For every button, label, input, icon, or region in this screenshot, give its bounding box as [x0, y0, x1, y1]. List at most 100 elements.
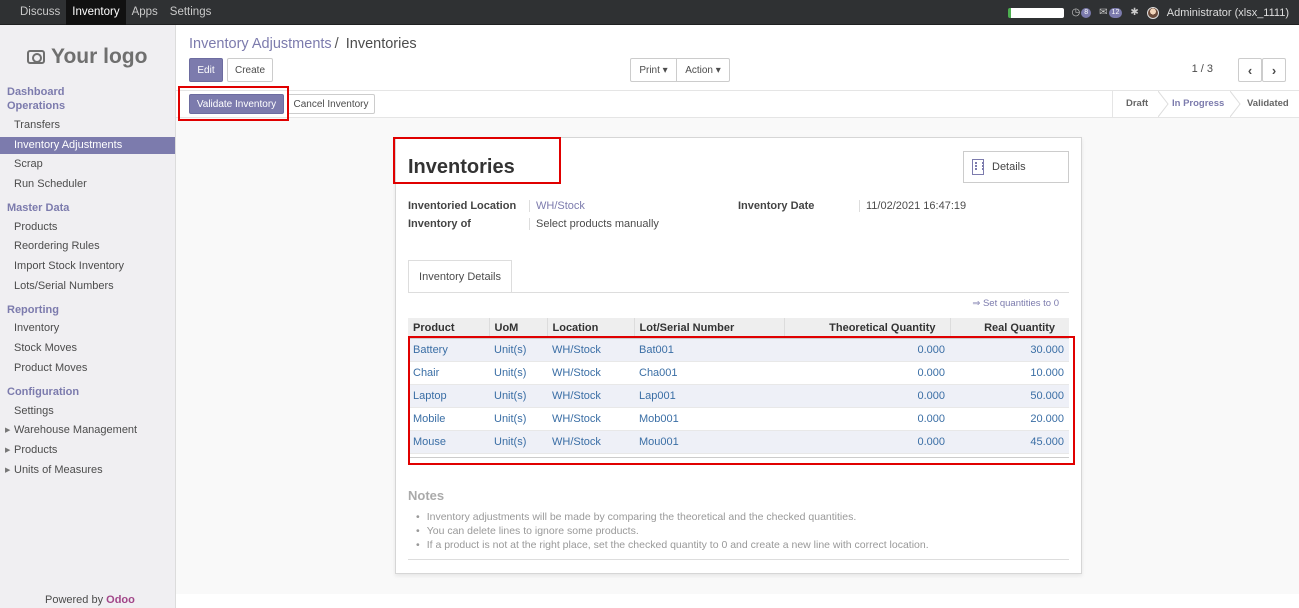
pager-previous-button[interactable]: ‹ — [1238, 58, 1262, 82]
sidebar-item-product-moves[interactable]: Product Moves — [0, 360, 175, 377]
column-lot-serial[interactable]: Lot/Serial Number — [633, 318, 784, 339]
sidebar-item-inventory-adjustments[interactable]: Inventory Adjustments — [0, 137, 175, 154]
table-header-row: Product UoM Location Lot/Serial Number T… — [408, 318, 1069, 339]
notes-title: Notes — [408, 488, 445, 503]
cell-uom[interactable]: Unit(s) — [489, 361, 547, 385]
stage-draft[interactable]: Draft — [1126, 91, 1148, 117]
pager-next-button[interactable]: › — [1262, 58, 1286, 82]
table-row[interactable]: Laptop Unit(s) WH/Stock Lap001 0.000 50.… — [408, 384, 1069, 408]
cell-lot[interactable]: Lap001 — [634, 384, 784, 408]
menu-inventory[interactable]: Inventory — [66, 0, 126, 25]
create-button[interactable]: Create — [227, 58, 273, 82]
sidebar-item-warehouse-management[interactable]: ▶ Warehouse Management — [0, 422, 175, 439]
cell-location[interactable]: WH/Stock — [547, 430, 634, 454]
table-row[interactable]: Mouse Unit(s) WH/Stock Mou001 0.000 45.0… — [408, 430, 1069, 454]
cell-theoretical-qty: 0.000 — [784, 338, 950, 362]
cell-uom[interactable]: Unit(s) — [489, 384, 547, 408]
cell-product[interactable]: Laptop — [408, 384, 489, 408]
column-product[interactable]: Product — [408, 318, 489, 339]
sidebar-item-config-products[interactable]: ▶ Products — [0, 442, 175, 459]
cell-lot[interactable]: Bat001 — [634, 338, 784, 362]
cell-real-qty[interactable]: 30.000 — [950, 338, 1069, 362]
sidebar-heading-master-data[interactable]: Master Data — [7, 201, 69, 215]
sidebar-item-stock-moves[interactable]: Stock Moves — [0, 340, 175, 357]
cell-product[interactable]: Chair — [408, 361, 489, 385]
progress-indicator[interactable] — [1007, 7, 1064, 18]
sidebar-item-run-scheduler[interactable]: Run Scheduler — [0, 176, 175, 193]
print-dropdown[interactable]: Print ▾ — [630, 58, 677, 82]
edit-button[interactable]: Edit — [189, 58, 223, 82]
pager-value[interactable]: 1 / 3 — [1192, 63, 1213, 75]
table-row[interactable]: Chair Unit(s) WH/Stock Cha001 0.000 10.0… — [408, 361, 1069, 385]
sidebar-heading-reporting[interactable]: Reporting — [7, 303, 59, 317]
sidebar-item-products[interactable]: Products — [0, 219, 175, 236]
cell-real-qty[interactable]: 10.000 — [950, 361, 1069, 385]
sidebar-item-transfers[interactable]: Transfers — [0, 117, 175, 134]
sidebar-item-units-of-measures[interactable]: ▶ Units of Measures — [0, 462, 175, 479]
menu-discuss[interactable]: Discuss — [14, 0, 66, 25]
cell-product[interactable]: Mobile — [408, 407, 489, 431]
cell-lot[interactable]: Mob001 — [634, 407, 784, 431]
stage-in-progress[interactable]: In Progress — [1172, 91, 1224, 117]
sidebar-item-lots-serial-numbers[interactable]: Lots/Serial Numbers — [0, 278, 175, 295]
avatar[interactable] — [1146, 6, 1159, 19]
cell-lot[interactable]: Cha001 — [634, 361, 784, 385]
sidebar-item-import-stock-inventory[interactable]: Import Stock Inventory — [0, 258, 175, 275]
sidebar-item-scrap[interactable]: Scrap — [0, 156, 175, 173]
sidebar-item-reordering-rules[interactable]: Reordering Rules — [0, 238, 175, 255]
messages-icon[interactable]: ✉ 12 — [1099, 7, 1123, 18]
table-footer-cell — [408, 453, 1069, 458]
inventory-of-field[interactable]: Select products manually — [529, 218, 659, 230]
form-sheet: Inventories Details Inventoried Location… — [395, 137, 1082, 574]
sidebar-heading-configuration[interactable]: Configuration — [7, 385, 79, 399]
sidebar-item-inventory-report[interactable]: Inventory — [0, 320, 175, 337]
stage-arrow-icon — [1158, 91, 1169, 117]
cell-real-qty[interactable]: 50.000 — [950, 384, 1069, 408]
action-dropdown[interactable]: Action ▾ — [676, 58, 730, 82]
inventoried-location-field[interactable]: WH/Stock — [529, 200, 585, 212]
set-quantities-link[interactable]: ⇒ Set quantities to 0 — [972, 298, 1059, 309]
activity-icon[interactable]: ◷ 8 — [1072, 7, 1092, 18]
cell-product[interactable]: Battery — [408, 338, 489, 362]
cell-real-qty[interactable]: 45.000 — [950, 430, 1069, 454]
messages-badge: 12 — [1108, 7, 1123, 18]
cell-location[interactable]: WH/Stock — [547, 338, 634, 362]
details-button[interactable]: Details — [963, 151, 1069, 183]
odoo-link[interactable]: Odoo — [106, 594, 135, 606]
table-row[interactable]: Battery Unit(s) WH/Stock Bat001 0.000 30… — [408, 338, 1069, 362]
user-name[interactable]: Administrator (xlsx_1111) — [1167, 7, 1289, 19]
sidebar-item-settings[interactable]: Settings — [0, 403, 175, 420]
column-theoretical-qty[interactable]: Theoretical Quantity — [783, 318, 950, 339]
caret-down-icon: ▾ — [715, 64, 721, 76]
inventory-date-field[interactable]: 11/02/2021 16:47:19 — [859, 200, 966, 212]
cancel-inventory-button[interactable]: Cancel Inventory — [287, 94, 375, 114]
bug-icon[interactable]: ✱ — [1130, 7, 1138, 18]
cell-theoretical-qty: 0.000 — [784, 384, 950, 408]
cell-location[interactable]: WH/Stock — [547, 361, 634, 385]
menu-settings[interactable]: Settings — [164, 0, 218, 25]
column-real-qty[interactable]: Real Quantity — [949, 318, 1069, 339]
cell-location[interactable]: WH/Stock — [547, 407, 634, 431]
column-uom[interactable]: UoM — [488, 318, 547, 339]
notes-list: Inventory adjustments will be made by co… — [427, 510, 929, 552]
cell-product[interactable]: Mouse — [408, 430, 489, 454]
column-location[interactable]: Location — [546, 318, 634, 339]
cell-location[interactable]: WH/Stock — [547, 384, 634, 408]
action-label: Action — [685, 64, 713, 76]
details-label: Details — [992, 161, 1026, 173]
validate-inventory-button[interactable]: Validate Inventory — [189, 94, 284, 114]
table-row[interactable]: Mobile Unit(s) WH/Stock Mob001 0.000 20.… — [408, 407, 1069, 431]
cell-uom[interactable]: Unit(s) — [489, 430, 547, 454]
breadcrumb-parent[interactable]: Inventory Adjustments — [189, 36, 332, 52]
cell-lot[interactable]: Mou001 — [634, 430, 784, 454]
menu-apps[interactable]: Apps — [126, 0, 164, 25]
sidebar-heading-dashboard-label: Dashboard — [7, 86, 65, 98]
sidebar-heading-dashboard[interactable]: Dashboard Operations — [7, 85, 65, 113]
cell-uom[interactable]: Unit(s) — [489, 338, 547, 362]
cell-real-qty[interactable]: 20.000 — [950, 407, 1069, 431]
cell-uom[interactable]: Unit(s) — [489, 407, 547, 431]
tab-inventory-details[interactable]: Inventory Details — [408, 260, 512, 293]
stage-validated[interactable]: Validated — [1247, 91, 1289, 117]
powered-by-text: Powered by — [45, 594, 104, 606]
breadcrumb-separator: / — [334, 36, 339, 52]
